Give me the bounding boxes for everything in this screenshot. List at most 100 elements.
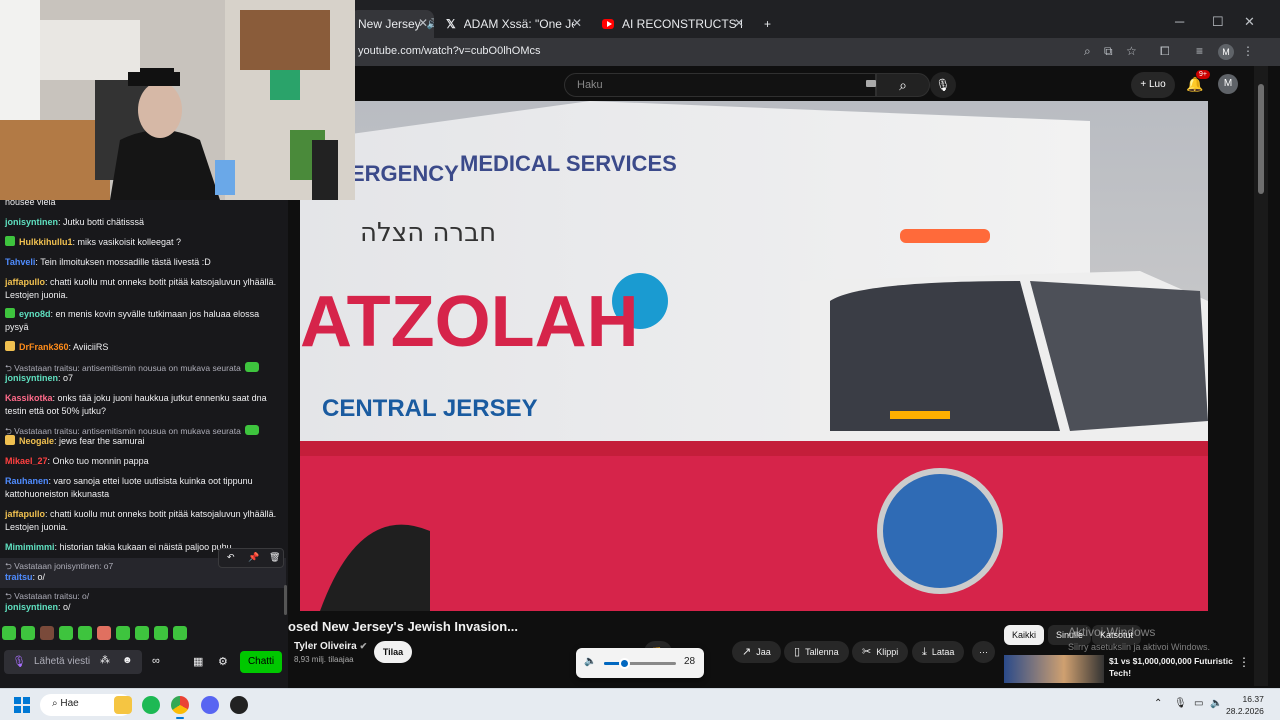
bookmark-icon: ▯ [794,646,801,658]
cast-icon[interactable]: ⧉ [1104,44,1113,59]
emote-icon[interactable] [97,626,111,640]
channel-name[interactable]: Tyler Oliveira ✔ [294,641,367,652]
emote-icon[interactable] [154,626,168,640]
tab-youtube-hitler[interactable]: AI RECONSTRUCTS HITLER'S SP ✕ [594,10,750,38]
close-icon[interactable]: ✕ [572,16,582,30]
channel-points-icon[interactable]: ∞ [152,655,160,667]
voice-search-button[interactable]: 🎙 [930,72,956,98]
chevron-up-icon[interactable]: ⌃ [1154,698,1162,709]
clip-button[interactable]: ✂ Klippi [852,641,909,663]
kebab-menu-icon[interactable]: ⋮ [1238,655,1250,669]
network-icon[interactable]: ▭ [1194,698,1203,709]
username[interactable]: jonisyntinen [5,217,58,227]
url-field[interactable]: youtube.com/watch?v=cubO0lhOMcs [358,45,541,57]
scrollbar-thumb[interactable] [1258,84,1264,194]
keyboard-icon[interactable] [866,80,876,87]
emote-icon[interactable] [40,626,54,640]
emote-icon[interactable] [78,626,92,640]
bookmark-star-icon[interactable]: ☆ [1126,44,1137,58]
share-button[interactable]: ↗ Jaa [732,641,781,663]
chat-message: DrFrank360: AviiciiRS [5,341,277,354]
username[interactable]: traitsu [5,572,33,582]
extensions-icon[interactable]: ⧠ [1160,44,1170,59]
recommended-video-title[interactable]: $1 vs $1,000,000,000 Futuristic Tech! [1109,655,1239,679]
username[interactable]: Mimimimmi [5,542,55,552]
username[interactable]: Neogale [19,436,54,446]
volume-slider[interactable] [604,658,676,669]
download-button[interactable]: ⤓ Lataa [912,641,965,663]
close-icon[interactable]: ✕ [734,16,744,30]
username[interactable]: Hulkkihullu1 [19,237,73,247]
recommended-video-thumbnail[interactable] [1004,655,1104,683]
scissors-icon: ✂ [862,646,872,658]
username[interactable]: jonisyntinen [5,602,58,612]
emote-icon[interactable] [135,626,149,640]
username[interactable]: jaffapullo [5,509,45,519]
volume-thumb[interactable] [619,658,630,669]
start-button[interactable] [14,697,30,713]
new-tab-button[interactable]: + [756,10,776,38]
username[interactable]: eyno8d [19,309,51,319]
message-text: : o/ [32,572,46,582]
chat-send-button[interactable]: Chatti [240,651,282,673]
taskbar-search-label: Hae [60,698,79,709]
tab-x-post[interactable]: 𝕏 ADAM Xssä: "One Jewish Zioni ✕ [438,10,588,38]
tab-new-jersey[interactable]: New Jersey 🔊 ✕ [350,10,434,38]
chip-all[interactable]: Kaikki [1004,625,1045,645]
file-explorer-icon[interactable] [114,696,132,714]
username[interactable]: Tahveli [5,257,35,267]
subscribe-button[interactable]: Tilaa [374,641,412,663]
delete-icon[interactable]: 🗑 [269,552,280,563]
username[interactable]: Mikael_27 [5,456,48,466]
menu-icon[interactable]: ⋮ [1242,44,1254,58]
emote-icon[interactable] [21,626,35,640]
volume-icon[interactable]: 🔈 [1210,698,1222,709]
emote-icon[interactable] [173,626,187,640]
chrome-icon[interactable] [171,696,189,714]
shelf [240,10,330,70]
emoji-icon[interactable]: ☻ [122,655,133,666]
close-icon[interactable]: ✕ [418,16,428,30]
create-button[interactable]: + Luo [1131,72,1175,98]
emote-icon[interactable] [116,626,130,640]
reading-list-icon[interactable]: ≡ [1196,44,1203,58]
search-button[interactable]: ⌕ [876,73,930,97]
username[interactable]: jonisyntinen [5,373,58,383]
reply-icon[interactable]: ↶ [227,552,235,563]
username[interactable]: DrFrank360 [19,342,69,352]
chat-message: jonisyntinen: Jutku botti chätisssä [5,216,277,229]
chat-input[interactable]: 🎙 Lähetä viesti ⁂ ☻ [4,650,142,674]
page-scrollbar[interactable] [1254,66,1268,686]
username[interactable]: Kassikotka [5,393,53,403]
settings-gear-icon[interactable]: ⚙ [218,655,228,668]
chat-scrollbar[interactable] [284,585,287,615]
save-button[interactable]: ▯ Tallenna [784,641,849,663]
emote-icon[interactable] [59,626,73,640]
gift-icon[interactable]: ▦ [193,655,203,668]
windows-logo-icon [14,706,21,713]
profile-avatar[interactable]: M [1218,44,1234,60]
pin-icon[interactable]: 📌 [248,552,259,563]
spotify-icon[interactable] [142,696,160,714]
username[interactable]: Rauhanen [5,476,49,486]
windows-activation-subtitle: Siirry asetuksiin ja aktivoi Windows. [1068,642,1211,652]
discord-icon[interactable] [201,696,219,714]
username[interactable]: jaffapullo [5,277,45,287]
search-input[interactable]: Haku [564,73,876,97]
emote-icon[interactable] [2,626,16,640]
clock[interactable]: 16.37 28.2.2026 [1226,693,1264,717]
address-bar: youtube.com/watch?v=cubO0lhOMcs ⌕ ⧉ ☆ ⧠ … [288,38,1280,66]
microphone-icon[interactable]: 🎙 [1174,698,1187,709]
zoom-icon[interactable]: ⌕ [1084,44,1091,59]
chat-message: jaffapullo: chatti kuollu mut onneks bot… [5,508,277,534]
more-actions-button[interactable]: ⋯ [972,641,995,663]
windows-taskbar: ⌕ Hae ⌃ 🎙 ▭ 🔈 16.37 28.2.2026 [0,688,1280,720]
microphone-icon[interactable]: 🎙 [12,655,26,668]
translate-icon[interactable]: ⁂ [100,655,110,666]
close-window-icon[interactable]: ✕ [1244,14,1255,30]
obs-icon[interactable] [230,696,248,714]
video-player[interactable]: ERGENCY MEDICAL SERVICES חברה הצלה ATZOL… [300,101,1208,611]
maximize-icon[interactable]: ☐ [1212,14,1224,30]
minimize-icon[interactable]: ─ [1175,14,1184,29]
account-avatar[interactable]: M [1218,74,1238,94]
